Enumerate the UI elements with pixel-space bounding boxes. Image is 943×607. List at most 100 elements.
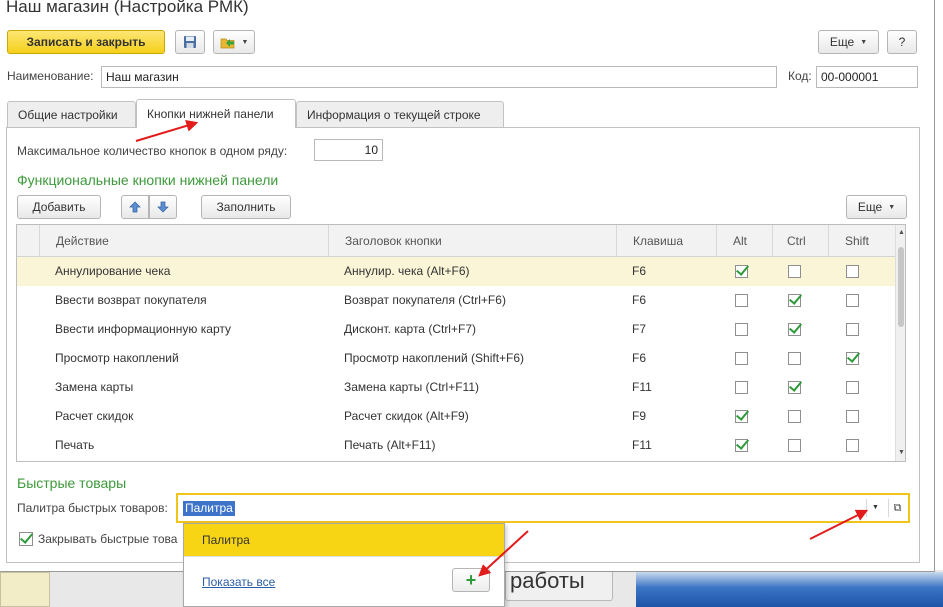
move-up-button[interactable] [121,195,149,219]
chevron-down-icon[interactable]: ▼ [866,499,884,517]
cell-key: F11 [632,438,652,452]
scroll-down-icon[interactable]: ▼ [898,449,905,456]
save-button[interactable] [175,30,205,54]
checkbox-ctrl[interactable] [788,323,801,336]
background-window-left [0,572,50,607]
create-based-on-button[interactable]: ▼ [213,30,255,54]
checkbox-shift[interactable] [846,265,859,278]
checkbox-shift[interactable] [846,439,859,452]
cell-action: Аннулирование чека [55,264,171,278]
name-input[interactable]: Наш магазин [101,66,777,88]
column-shift[interactable]: Shift [828,225,895,257]
scroll-up-icon[interactable]: ▲ [898,229,905,236]
cell-caption: Расчет скидок (Alt+F9) [344,409,469,423]
cell-key: F6 [632,351,647,365]
dropdown-option-palette[interactable]: Палитра [184,524,504,556]
chevron-down-icon: ▼ [860,38,868,46]
add-button[interactable]: Добавить [17,195,101,219]
checkbox-ctrl[interactable] [788,439,801,452]
checkbox-alt[interactable] [735,352,748,365]
arrow-up-icon [129,201,141,213]
checkbox-ctrl[interactable] [788,265,801,278]
cell-action: Замена карты [55,380,134,394]
more-button[interactable]: Еще ▼ [818,30,879,54]
arrow-down-icon [157,201,169,213]
checkbox-alt[interactable] [735,323,748,336]
checkbox-ctrl[interactable] [788,352,801,365]
checkbox-ctrl[interactable] [788,410,801,423]
column-caption[interactable]: Заголовок кнопки [328,225,616,257]
table-header: Действие Заголовок кнопки Клавиша Alt Ct… [17,225,895,257]
quick-goods-title: Быстрые товары [17,475,127,491]
show-all-link[interactable]: Показать все [202,575,275,589]
chevron-down-icon: ▼ [888,203,896,211]
open-form-icon[interactable]: ⧉ [888,499,906,517]
checkbox-shift[interactable] [846,381,859,394]
checkbox-alt[interactable] [735,439,748,452]
table-more-label: Еще [857,200,883,214]
table-scrollbar[interactable]: ▲ ▼ [895,225,905,461]
dropdown-divider [184,556,504,557]
buttons-table: Действие Заголовок кнопки Клавиша Alt Ct… [16,224,906,462]
checkbox-alt[interactable] [735,294,748,307]
functional-buttons-title: Функциональные кнопки нижней панели [17,172,279,188]
fill-button[interactable]: Заполнить [201,195,291,219]
checkbox-alt[interactable] [735,381,748,394]
cell-key: F7 [632,322,647,336]
cell-key: F6 [632,264,647,278]
tab-current-row-info[interactable]: Информация о текущей строке [296,101,504,127]
move-down-button[interactable] [149,195,177,219]
scrollbar-thumb[interactable] [898,247,904,327]
checkbox-shift[interactable] [846,352,859,365]
table-row[interactable]: Аннулирование чека Аннулир. чека (Alt+F6… [17,257,895,286]
table-row[interactable]: Ввести возврат покупателя Возврат покупа… [17,286,895,315]
cell-key: F6 [632,293,647,307]
table-row[interactable]: Расчет скидок Расчет скидок (Alt+F9) F9 [17,402,895,431]
checkbox-shift[interactable] [846,294,859,307]
window-title: Наш магазин (Настройка РМК) [6,0,249,16]
add-palette-button[interactable]: + [452,568,490,592]
cell-caption: Дисконт. карта (Ctrl+F7) [344,322,476,336]
cell-action: Ввести возврат покупателя [55,293,207,307]
checkbox-ctrl[interactable] [788,381,801,394]
column-key[interactable]: Клавиша [616,225,716,257]
table-row[interactable]: Просмотр накоплений Просмотр накоплений … [17,344,895,373]
palette-dropdown: Палитра Показать все + [183,523,505,607]
cell-key: F9 [632,409,647,423]
code-input[interactable]: 00-000001 [816,66,918,88]
table-row[interactable]: Замена карты Замена карты (Ctrl+F11) F11 [17,373,895,402]
palette-input[interactable]: Палитра ▼ ⧉ [176,493,910,523]
cell-action: Просмотр накоплений [55,351,179,365]
cell-action: Расчет скидок [55,409,134,423]
column-ctrl[interactable]: Ctrl [772,225,828,257]
save-and-close-button[interactable]: Записать и закрыть [7,30,165,54]
code-label: Код: [788,69,812,83]
checkbox-shift[interactable] [846,410,859,423]
cell-caption: Просмотр накоплений (Shift+F6) [344,351,525,365]
column-action[interactable]: Действие [39,225,329,257]
checkbox-ctrl[interactable] [788,294,801,307]
column-alt[interactable]: Alt [716,225,772,257]
table-row[interactable]: Ввести информационную карту Дисконт. кар… [17,315,895,344]
checkbox-alt[interactable] [735,410,748,423]
checkbox-alt[interactable] [735,265,748,278]
close-quick-goods-checkbox[interactable] [19,532,33,546]
checkbox-shift[interactable] [846,323,859,336]
max-buttons-label: Максимальное количество кнопок в одном р… [17,144,288,158]
floppy-disk-icon [184,36,196,48]
cell-action: Ввести информационную карту [55,322,231,336]
cell-caption: Замена карты (Ctrl+F11) [344,380,479,394]
tab-general-settings[interactable]: Общие настройки [7,101,136,127]
help-button[interactable]: ? [887,30,917,54]
background-window-right [636,572,943,607]
cell-caption: Возврат покупателя (Ctrl+F6) [344,293,506,307]
tab-bottom-panel-buttons[interactable]: Кнопки нижней панели [136,99,296,128]
main-window: Наш магазин (Настройка РМК) Записать и з… [0,0,935,572]
table-row[interactable]: Печать Печать (Alt+F11) F11 [17,431,895,460]
cell-key: F11 [632,380,652,394]
palette-label: Палитра быстрых товаров: [17,501,168,515]
max-buttons-input[interactable]: 10 [314,139,383,161]
plus-icon: + [465,570,477,590]
table-more-button[interactable]: Еще ▼ [846,195,907,219]
close-quick-goods-label: Закрывать быстрые това [38,532,178,546]
